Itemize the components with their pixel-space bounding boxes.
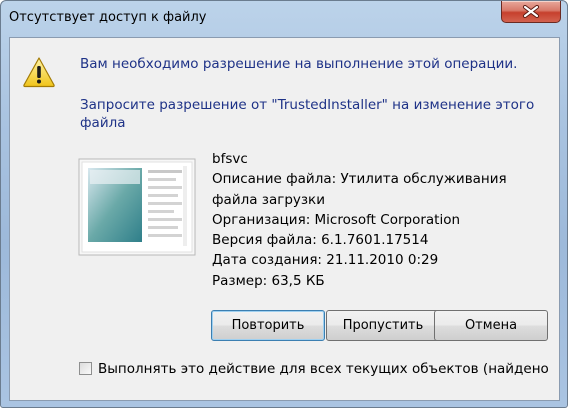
apply-to-all-row[interactable]: Выполнять это действие для всех текущих … [79, 361, 549, 377]
retry-button[interactable]: Повторить [211, 310, 325, 341]
file-name: bfsvc [212, 151, 248, 167]
dialog-body: Вам необходимо разрешение на выполнение … [9, 37, 560, 401]
close-button[interactable] [501, 1, 561, 23]
message-request: Запросите разрешение от "TrustedInstalle… [80, 97, 535, 131]
title-bar[interactable]: Отсутствует доступ к файлу [1, 1, 567, 37]
apply-to-all-checkbox[interactable] [79, 362, 92, 375]
cancel-button[interactable]: Отмена [434, 310, 548, 341]
file-icon [78, 158, 198, 262]
window-title: Отсутствует доступ к файлу [9, 10, 207, 25]
close-icon [523, 5, 539, 18]
warning-icon [22, 56, 56, 92]
file-info: bfsvc Описание файла: Утилита обслуживан… [212, 149, 552, 291]
file-version: Версия файла: 6.1.7601.17514 [212, 232, 429, 249]
skip-button[interactable]: Пропустить [326, 310, 440, 341]
dialog-window: Отсутствует доступ к файлу Вам необходим… [0, 0, 568, 408]
file-size: Размер: 63,5 КБ [212, 272, 325, 289]
file-description: Описание файла: Утилита обслуживания фай… [212, 171, 507, 208]
file-created: Дата создания: 21.11.2010 0:29 [212, 252, 439, 269]
apply-to-all-label: Выполнять это действие для всех текущих … [98, 361, 549, 377]
message-permission: Вам необходимо разрешение на выполнение … [80, 56, 518, 72]
file-organization: Организация: Microsoft Corporation [212, 211, 461, 228]
